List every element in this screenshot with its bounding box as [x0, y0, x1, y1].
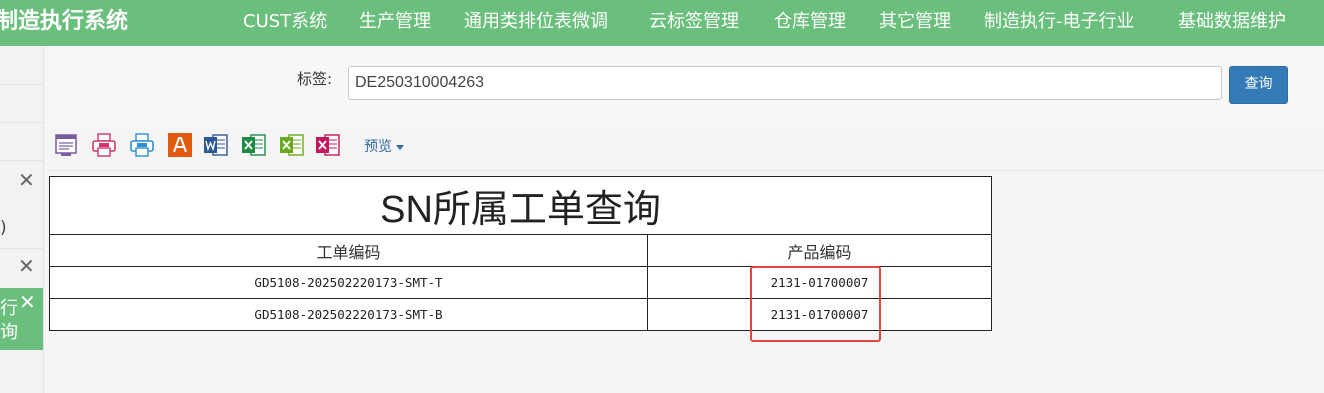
top-nav-bar: 制造执行系统 CUST系统 生产管理 通用类排位表微调 云标签管理 仓库管理 其… — [0, 0, 1324, 46]
acrobat-icon[interactable] — [167, 132, 193, 158]
product-code-cell: 2131-01700007 — [646, 298, 993, 331]
word-icon[interactable] — [203, 132, 229, 158]
pdf-print-icon[interactable] — [91, 132, 117, 158]
product-code-cell: 2131-01700007 — [646, 266, 993, 299]
sidebar-tab-label: 行 — [0, 298, 18, 319]
pdf-icon[interactable] — [129, 132, 155, 158]
sidebar-row — [0, 122, 43, 161]
table-header-row: 工单编码 产品编码 — [49, 234, 993, 267]
nav-item-cust[interactable]: CUST系统 — [243, 0, 327, 43]
work-order-cell: GD5108-202502220173-SMT-B — [49, 298, 648, 331]
query-button[interactable]: 查询 — [1229, 66, 1288, 104]
report-title-row: SN所属工单查询 — [48, 176, 993, 235]
nav-item-production[interactable]: 生产管理 — [359, 0, 431, 43]
nav-item-warehouse[interactable]: 仓库管理 — [774, 0, 846, 43]
tag-input[interactable] — [348, 66, 1222, 100]
table-row: GD5108-202502220173-SMT-B 2131-01700007 — [49, 298, 993, 331]
column-header-work-order: 工单编码 — [49, 234, 648, 267]
table-row: GD5108-202502220173-SMT-T 2131-01700007 — [49, 266, 993, 299]
report-toolbar — [48, 126, 1324, 171]
preview-label: 预览 — [364, 139, 392, 155]
nav-item-basic-data[interactable]: 基础数据维护 — [1178, 0, 1286, 43]
app-title: 制造执行系统 — [0, 9, 129, 34]
sidebar-row — [0, 46, 43, 85]
print-preview-icon[interactable] — [53, 132, 79, 158]
close-icon[interactable]: ✕ — [18, 170, 35, 190]
nav-item-electronics[interactable]: 制造执行-电子行业 — [984, 0, 1135, 43]
report-title: SN所属工单查询 — [48, 176, 993, 235]
close-icon[interactable]: ✕ — [18, 256, 35, 276]
excel-icon[interactable] — [241, 132, 267, 158]
report-table: SN所属工单查询 工单编码 产品编码 GD5108-202502220173-S… — [48, 176, 993, 331]
excel-x-icon[interactable] — [315, 132, 341, 158]
column-header-product-code: 产品编码 — [646, 234, 993, 267]
excel-alt-icon[interactable] — [279, 132, 305, 158]
caret-down-icon — [396, 144, 404, 150]
nav-item-other[interactable]: 其它管理 — [879, 0, 951, 43]
sidebar-tab-active[interactable]: 行 询 ✕ — [0, 288, 43, 350]
work-order-cell: GD5108-202502220173-SMT-T — [49, 266, 648, 299]
nav-item-cloud-label[interactable]: 云标签管理 — [649, 0, 739, 43]
sidebar-row — [0, 84, 43, 123]
nav-item-slot-table[interactable]: 通用类排位表微调 — [464, 0, 608, 43]
tag-label: 标签: — [297, 70, 333, 88]
sidebar-tab-label: 询 — [0, 322, 18, 343]
sidebar-tab-label: ) — [0, 218, 7, 238]
close-icon[interactable]: ✕ — [19, 290, 36, 314]
preview-dropdown[interactable]: 预览 — [364, 136, 404, 156]
